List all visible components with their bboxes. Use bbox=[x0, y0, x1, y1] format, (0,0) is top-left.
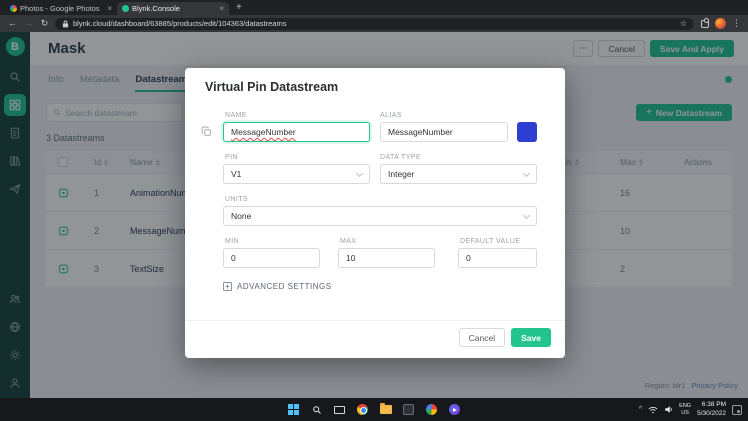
datastream-modal: Virtual Pin Datastream NAME MessageNumbe… bbox=[185, 68, 565, 358]
data-type-label: DATA TYPE bbox=[380, 154, 421, 161]
url-text: blynk.cloud/dashboard/63885/products/edi… bbox=[73, 19, 676, 28]
pin-label: PIN bbox=[225, 154, 238, 161]
date: 5/30/2022 bbox=[697, 410, 726, 418]
clock[interactable]: 6:38 PM 5/30/2022 bbox=[697, 401, 726, 417]
units-label: UNITS bbox=[225, 196, 248, 203]
units-value: None bbox=[231, 211, 251, 221]
data-type-value: Integer bbox=[388, 169, 414, 179]
tray-caret-icon[interactable]: ^ bbox=[639, 406, 642, 413]
pin-select[interactable]: V1 bbox=[223, 164, 370, 184]
max-value: 10 bbox=[346, 253, 355, 263]
profile-avatar[interactable] bbox=[715, 18, 726, 29]
notification-icon[interactable] bbox=[732, 405, 742, 415]
plus-square-icon: + bbox=[223, 282, 232, 291]
close-icon[interactable]: × bbox=[219, 4, 224, 13]
min-label: MIN bbox=[225, 238, 239, 245]
windows-start-icon[interactable] bbox=[286, 402, 301, 417]
copy-icon[interactable] bbox=[201, 126, 212, 137]
terminal-icon[interactable] bbox=[401, 402, 416, 417]
task-view-icon[interactable] bbox=[332, 402, 347, 417]
chrome-icon[interactable] bbox=[355, 402, 370, 417]
browser-tabstrip: Photos - Google Photos × Blynk.Console ×… bbox=[0, 0, 748, 15]
browser-menu-icon[interactable]: ⋮ bbox=[732, 19, 741, 28]
file-explorer-icon[interactable] bbox=[378, 402, 393, 417]
taskbar-apps bbox=[286, 402, 462, 417]
chevron-down-icon bbox=[523, 212, 530, 219]
min-value: 0 bbox=[231, 253, 236, 263]
new-tab-button[interactable]: + bbox=[236, 2, 242, 13]
advanced-settings-label: ADVANCED SETTINGS bbox=[237, 282, 332, 291]
name-field[interactable]: MessageNumber bbox=[223, 122, 370, 142]
name-value: MessageNumber bbox=[231, 127, 296, 137]
photos-favicon bbox=[10, 5, 17, 12]
color-swatch[interactable] bbox=[517, 122, 537, 142]
taskbar: ^ ENG US 6:38 PM 5/30/2022 bbox=[0, 398, 748, 421]
modal-cancel-button[interactable]: Cancel bbox=[459, 328, 505, 347]
browser-actions: ⋮ bbox=[701, 18, 741, 29]
browser-tab-photos[interactable]: Photos - Google Photos × bbox=[5, 2, 117, 15]
forward-icon[interactable]: → bbox=[23, 19, 34, 28]
bookmark-star-icon[interactable]: ☆ bbox=[680, 19, 687, 28]
back-icon[interactable]: ← bbox=[7, 19, 18, 28]
lock-icon bbox=[62, 20, 69, 28]
min-field[interactable]: 0 bbox=[223, 248, 320, 268]
address-bar[interactable]: blynk.cloud/dashboard/63885/products/edi… bbox=[55, 18, 694, 30]
reload-icon[interactable]: ↻ bbox=[39, 19, 50, 28]
chevron-down-icon bbox=[523, 170, 530, 177]
modal-divider bbox=[185, 320, 565, 321]
alias-field[interactable]: MessageNumber bbox=[380, 122, 508, 142]
media-player-icon[interactable] bbox=[447, 402, 462, 417]
modal-save-button[interactable]: Save bbox=[511, 328, 551, 347]
wifi-icon[interactable] bbox=[648, 406, 658, 414]
system-tray: ^ ENG US 6:38 PM 5/30/2022 bbox=[639, 401, 742, 417]
blynk-favicon bbox=[122, 5, 129, 12]
name-label: NAME bbox=[225, 112, 247, 119]
tab-title: Blynk.Console bbox=[132, 4, 216, 13]
photos-icon[interactable] bbox=[424, 402, 439, 417]
default-value-field[interactable]: 0 bbox=[458, 248, 537, 268]
tab-title: Photos - Google Photos bbox=[20, 4, 104, 13]
modal-footer: Cancel Save bbox=[459, 328, 551, 347]
time: 6:38 PM bbox=[697, 401, 726, 409]
default-value: 0 bbox=[466, 253, 471, 263]
speaker-icon[interactable] bbox=[664, 405, 673, 414]
max-label: MAX bbox=[340, 238, 356, 245]
chevron-down-icon bbox=[356, 170, 363, 177]
extensions-icon[interactable] bbox=[701, 20, 709, 28]
taskbar-search-icon[interactable] bbox=[309, 402, 324, 417]
alias-label: ALIAS bbox=[380, 112, 402, 119]
page-content: B bbox=[0, 32, 748, 398]
units-select[interactable]: None bbox=[223, 206, 537, 226]
max-field[interactable]: 10 bbox=[338, 248, 435, 268]
pin-value: V1 bbox=[231, 169, 241, 179]
data-type-select[interactable]: Integer bbox=[380, 164, 537, 184]
browser-navbar: ← → ↻ blynk.cloud/dashboard/63885/produc… bbox=[0, 15, 748, 32]
browser-tab-blynk[interactable]: Blynk.Console × bbox=[117, 2, 229, 15]
close-icon[interactable]: × bbox=[107, 4, 112, 13]
advanced-settings-toggle[interactable]: + ADVANCED SETTINGS bbox=[223, 282, 332, 291]
alias-value: MessageNumber bbox=[388, 127, 453, 137]
default-value-label: DEFAULT VALUE bbox=[460, 238, 520, 245]
modal-title: Virtual Pin Datastream bbox=[205, 80, 338, 94]
language-indicator[interactable]: ENG US bbox=[679, 403, 691, 416]
screen: Photos - Google Photos × Blynk.Console ×… bbox=[0, 0, 748, 421]
